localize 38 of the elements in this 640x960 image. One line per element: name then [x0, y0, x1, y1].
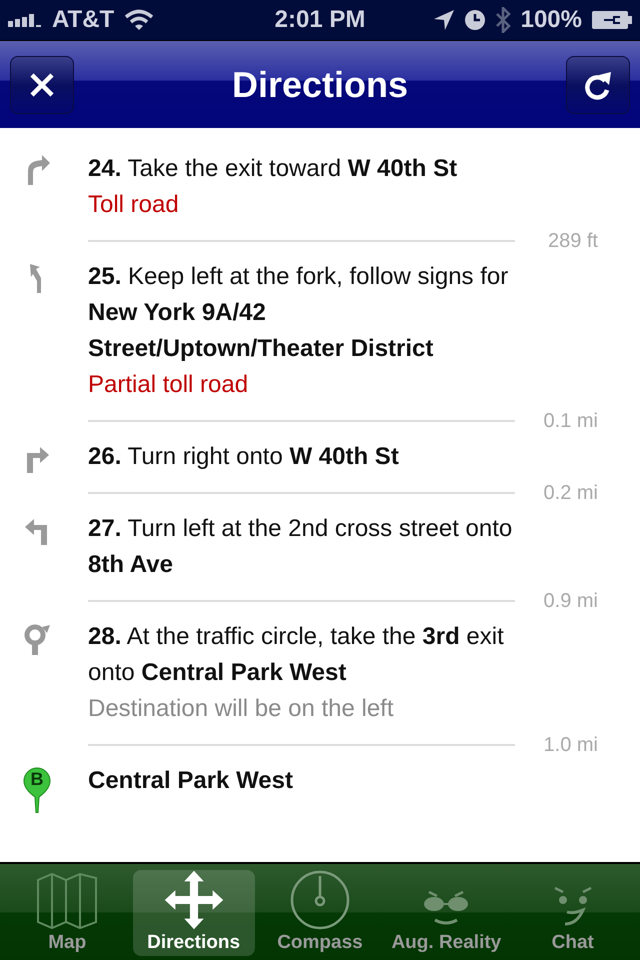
keep-left-turn-icon: [30, 263, 44, 293]
tab[interactable]: Map: [6, 870, 128, 956]
step-distance: 0.9 mi: [542, 590, 599, 612]
step-instruction: 26. Turn right onto W 40th St: [88, 442, 400, 472]
close-icon: [29, 72, 55, 98]
step-instruction: 27. Turn left at the 2nd cross street onto 8th Ave: [88, 514, 514, 580]
refresh-button[interactable]: [566, 56, 630, 114]
step-instruction: 25. Keep left at the fork, follow signs for New York 9A/42 Street/Uptown/Theater District: [88, 262, 510, 364]
destination-name: Central Park West: [88, 766, 294, 796]
step-distance: 289 ft: [546, 230, 599, 252]
roundabout-icon: [23, 623, 51, 655]
step-distance: 0.2 mi: [542, 482, 599, 504]
step-note: Toll road: [88, 190, 180, 220]
clock-icon: [464, 10, 485, 30]
tab[interactable]: Aug. Reality: [385, 870, 508, 956]
tab[interactable]: Compass: [258, 870, 381, 956]
battery-percent: 100%: [520, 6, 582, 34]
step-distance: 1.0 mi: [542, 734, 599, 756]
step-note: Partial toll road: [88, 370, 250, 400]
step-note: Destination will be on the left: [88, 694, 395, 724]
compass-icon: [290, 870, 350, 930]
battery-icon: [592, 10, 632, 30]
signal-icon: [8, 12, 42, 28]
close-button[interactable]: [10, 56, 74, 114]
bluetooth-icon: [494, 7, 511, 33]
carrier-name: AT&T: [52, 6, 114, 34]
clock-time: 2:01 PM: [274, 6, 366, 34]
map-icon: [36, 872, 98, 930]
location-arrow-icon: [432, 9, 455, 31]
map-pin-icon: [23, 767, 51, 813]
tab[interactable]: Directions: [132, 870, 255, 956]
pin-label: B: [30, 769, 44, 790]
step-instruction: 28. At the traffic circle, take the 3rd exit onto Central Park West: [88, 622, 505, 688]
tab[interactable]: Chat: [512, 870, 634, 956]
screen-title: Directions: [232, 64, 408, 106]
wifi-icon: [124, 9, 154, 31]
step-instruction: 24. Take the exit toward W 40th St: [88, 154, 458, 184]
step-distance: 0.1 mi: [542, 410, 599, 432]
